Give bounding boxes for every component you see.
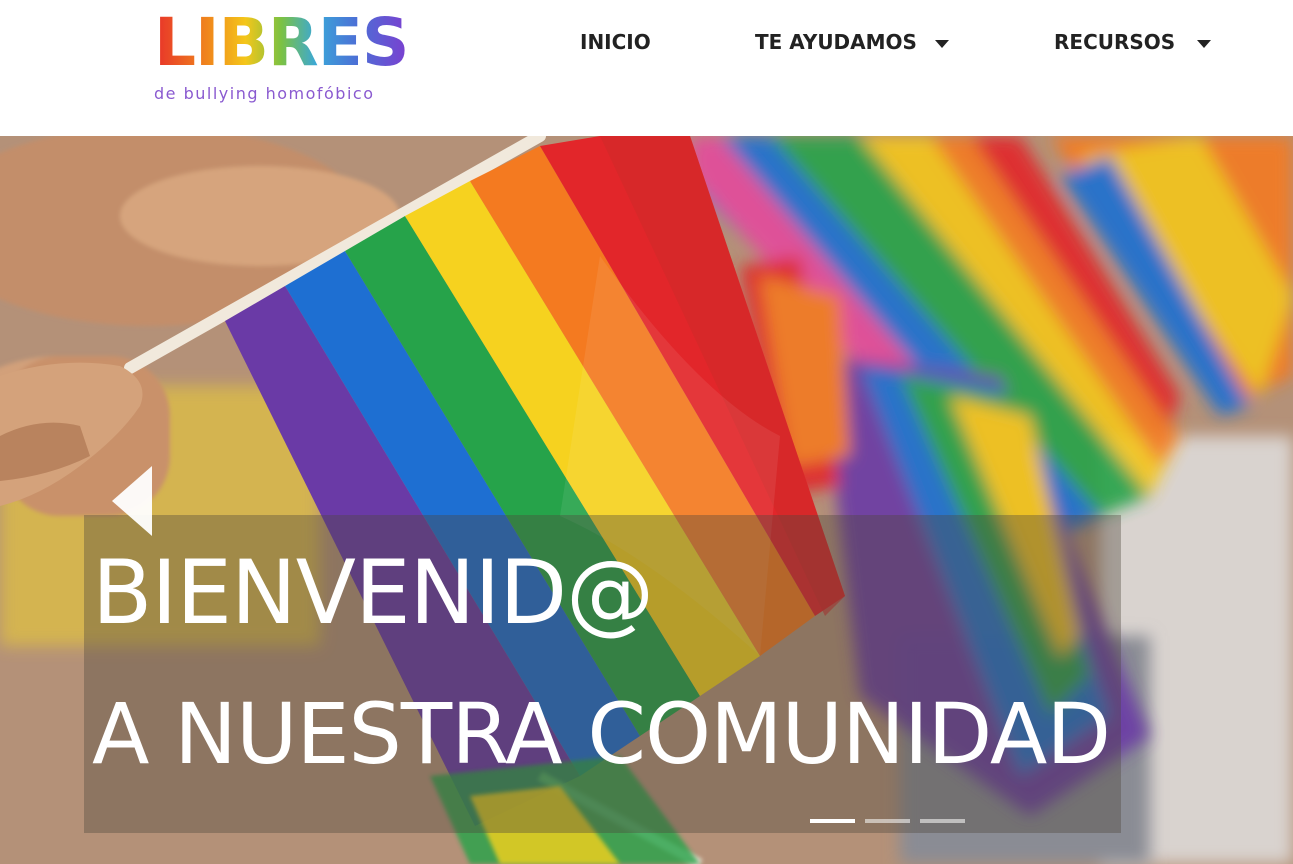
chevron-down-icon[interactable] — [1197, 40, 1211, 48]
carousel-indicator-1[interactable] — [810, 819, 855, 823]
nav-item-recursos[interactable]: RECURSOS — [1054, 30, 1175, 60]
carousel-indicators — [810, 819, 965, 825]
hero-carousel: BIENVENID@ A NUESTRA COMUNIDAD — [0, 136, 1293, 864]
logo-wordmark: LIBRES — [154, 4, 409, 81]
site-header: LIBRES de bullying homofóbico INICIO TE … — [0, 0, 1293, 136]
carousel-indicator-2[interactable] — [865, 819, 910, 823]
carousel-prev-button[interactable] — [104, 458, 164, 544]
logo-tagline: de bullying homofóbico — [154, 84, 375, 103]
site-logo[interactable]: LIBRES de bullying homofóbico — [150, 8, 420, 108]
nav-item-te-ayudamos[interactable]: TE AYUDAMOS — [755, 30, 917, 60]
nav-item-inicio[interactable]: INICIO — [580, 30, 651, 60]
hero-subheadline: A NUESTRA COMUNIDAD — [92, 685, 1111, 783]
chevron-left-icon — [112, 466, 152, 536]
carousel-indicator-3[interactable] — [920, 819, 965, 823]
chevron-down-icon[interactable] — [935, 40, 949, 48]
hero-headline: BIENVENID@ — [92, 541, 654, 644]
